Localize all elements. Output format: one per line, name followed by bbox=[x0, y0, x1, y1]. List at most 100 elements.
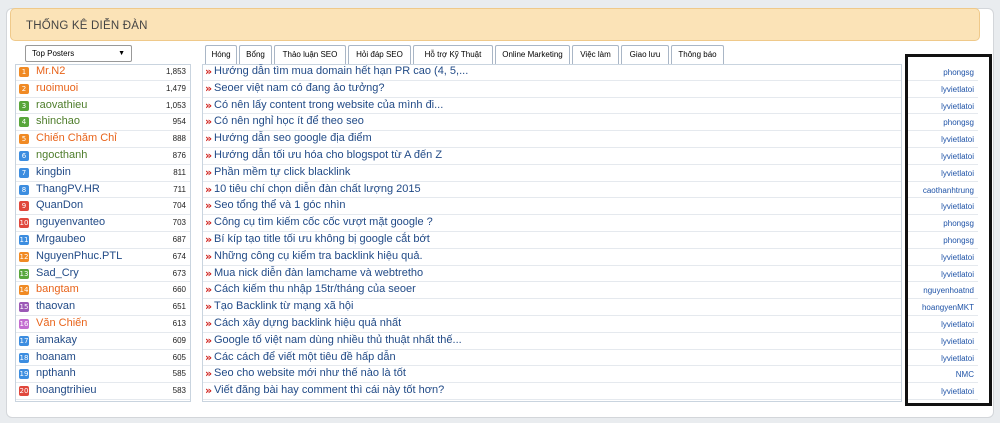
thread-title-link[interactable]: Viết đăng bài hay comment thì cái này tố… bbox=[214, 384, 444, 396]
rank-badge-icon: 5 bbox=[19, 134, 29, 145]
post-count: 704 bbox=[172, 201, 186, 211]
tab-7[interactable]: Giao lưu bbox=[621, 45, 669, 64]
poster-name-link[interactable]: ThangPV.HR bbox=[36, 183, 100, 195]
thread-title-link[interactable]: Tạo Backlink từ mạng xã hội bbox=[214, 300, 353, 312]
poster-row[interactable]: 3 raovathieu 1,053 bbox=[16, 98, 190, 115]
tab-5[interactable]: Online Marketing bbox=[495, 45, 570, 64]
poster-name-link[interactable]: thaovan bbox=[36, 300, 75, 312]
rank-badge-icon: 10 bbox=[19, 218, 29, 229]
poster-row[interactable]: 14 bangtam 660 bbox=[16, 282, 190, 300]
post-count: 1,853 bbox=[165, 67, 186, 76]
poster-row[interactable]: 13 Sad_Cry 673 bbox=[16, 266, 190, 283]
thread-title-link[interactable]: Mua nick diễn đàn lamchame và webtretho bbox=[214, 267, 423, 279]
poster-row[interactable]: 12 NguyenPhuc.PTL 674 bbox=[16, 249, 190, 266]
thread-title-link[interactable]: Có nên lấy content trong website của mìn… bbox=[214, 99, 443, 111]
thread-row: » Những công cụ kiểm tra backlink hiệu qu… bbox=[203, 249, 901, 266]
tab-3[interactable]: Hỏi đáp SEO bbox=[348, 45, 411, 64]
thread-row: » Tạo Backlink từ mạng xã hội bbox=[203, 299, 901, 316]
tab-1[interactable]: Bổng bbox=[239, 45, 272, 64]
poster-row[interactable]: 16 Văn Chiến 613 bbox=[16, 316, 190, 333]
poster-row[interactable]: 9 QuanDon 704 bbox=[16, 198, 190, 216]
poster-name-link[interactable]: ruoimuoi bbox=[36, 82, 78, 94]
poster-name-link[interactable]: hoanam bbox=[36, 351, 76, 363]
thread-title-link[interactable]: Cách xây dựng backlink hiệu quả nhất bbox=[214, 317, 401, 329]
highlight-box bbox=[905, 54, 992, 406]
poster-row[interactable]: 8 ThangPV.HR 711 bbox=[16, 182, 190, 199]
thread-row: » Hướng dẫn tìm mua domain hết hạn PR cao… bbox=[203, 64, 901, 81]
poster-name-link[interactable]: nguyenvanteo bbox=[36, 216, 105, 228]
poster-row[interactable]: 15 thaovan 651 bbox=[16, 299, 190, 316]
rank-badge-icon: 13 bbox=[19, 268, 29, 279]
poster-name-link[interactable]: Sad_Cry bbox=[36, 267, 79, 279]
poster-row[interactable]: 5 Chiến Chăm Chỉ 888 bbox=[16, 131, 190, 148]
post-count: 811 bbox=[173, 167, 186, 177]
rank-badge-icon: 14 bbox=[19, 285, 29, 296]
poster-name-link[interactable]: NguyenPhuc.PTL bbox=[36, 250, 122, 262]
poster-name-link[interactable]: hoangtrihieu bbox=[36, 384, 97, 396]
tab-8[interactable]: Thông báo bbox=[671, 45, 724, 64]
thread-title-link[interactable]: Phần mềm tự click blacklink bbox=[214, 166, 350, 178]
poster-row[interactable]: 18 hoanam 605 bbox=[16, 350, 190, 367]
thread-title-link[interactable]: 10 tiêu chí chọn diễn đàn chất lượng 201… bbox=[214, 183, 421, 195]
poster-row[interactable]: 11 Mrgaubeo 687 bbox=[16, 232, 190, 249]
poster-row[interactable]: 10 nguyenvanteo 703 bbox=[16, 215, 190, 232]
thread-title-link[interactable]: Seo cho website mới như thế nào là tốt bbox=[214, 367, 406, 379]
thread-title-link[interactable]: Seoer việt nam có đang ảo tưởng? bbox=[214, 82, 385, 94]
double-chevron-icon: » bbox=[205, 182, 212, 196]
post-count: 1,053 bbox=[165, 100, 186, 110]
poster-row[interactable]: 6 ngocthanh 876 bbox=[16, 148, 190, 165]
double-chevron-icon: » bbox=[205, 350, 212, 364]
poster-name-link[interactable]: kingbin bbox=[36, 166, 71, 178]
poster-name-link[interactable]: Văn Chiến bbox=[36, 317, 87, 329]
poster-name-link[interactable]: Chiến Chăm Chỉ bbox=[36, 132, 117, 144]
thread-title-link[interactable]: Seo tổng thể và 1 góc nhìn bbox=[214, 199, 346, 211]
thread-title-link[interactable]: Hướng dẫn tối ưu hóa cho blogspot từ A đ… bbox=[214, 149, 442, 161]
rank-badge-icon: 11 bbox=[19, 235, 29, 245]
thread-title-link[interactable]: Hướng dẫn seo google địa điểm bbox=[214, 132, 372, 144]
select-label: Top Posters bbox=[32, 49, 75, 58]
post-count: 687 bbox=[172, 235, 186, 244]
top-posters-select[interactable]: Top Posters ▼ bbox=[25, 45, 132, 62]
post-count: 711 bbox=[173, 184, 186, 194]
poster-name-link[interactable]: bangtam bbox=[36, 283, 79, 295]
poster-row[interactable]: 1 Mr.N2 1,853 bbox=[16, 64, 190, 81]
poster-row[interactable]: 17 iamakay 609 bbox=[16, 333, 190, 350]
dropdown-arrow-icon: ▼ bbox=[118, 50, 125, 57]
tab-2[interactable]: Thảo luận SEO bbox=[274, 45, 346, 64]
thread-title-link[interactable]: Những công cụ kiểm tra backlink hiệu quả… bbox=[214, 250, 423, 262]
post-count: 609 bbox=[172, 335, 186, 345]
poster-name-link[interactable]: ngocthanh bbox=[36, 149, 87, 161]
tab-4[interactable]: Hỗ trợ Kỹ Thuật bbox=[413, 45, 493, 64]
post-count: 660 bbox=[172, 285, 186, 295]
poster-name-link[interactable]: npthanh bbox=[36, 367, 76, 379]
thread-title-link[interactable]: Bí kíp tạo title tối ưu không bị google … bbox=[214, 233, 430, 245]
thread-title-link[interactable]: Có nên nghỉ học ít để theo seo bbox=[214, 115, 364, 127]
poster-row[interactable]: 2 ruoimuoi 1,479 bbox=[16, 81, 190, 98]
poster-name-link[interactable]: raovathieu bbox=[36, 99, 87, 111]
thread-title-link[interactable]: Các cách để viết một tiêu đề hấp dẫn bbox=[214, 351, 396, 363]
thread-title-link[interactable]: Cách kiếm thu nhập 15tr/tháng của seoer bbox=[214, 283, 416, 295]
rank-badge-icon: 7 bbox=[19, 167, 29, 178]
double-chevron-icon: » bbox=[205, 81, 212, 95]
poster-name-link[interactable]: Mr.N2 bbox=[36, 65, 65, 77]
thread-title-link[interactable]: Hướng dẫn tìm mua domain hết hạn PR cao … bbox=[214, 65, 468, 77]
poster-name-link[interactable]: iamakay bbox=[36, 334, 77, 346]
poster-name-link[interactable]: QuanDon bbox=[36, 199, 83, 211]
thread-row: » Công cụ tìm kiếm cốc cốc vượt mặt googl… bbox=[203, 215, 901, 232]
rank-badge-icon: 20 bbox=[19, 386, 29, 397]
rank-badge-icon: 6 bbox=[19, 151, 29, 161]
tab-6[interactable]: Việc làm bbox=[572, 45, 619, 64]
post-count: 613 bbox=[172, 319, 186, 328]
rank-badge-icon: 8 bbox=[19, 184, 29, 195]
thread-title-link[interactable]: Google tố việt nam dùng nhiều thủ thuật … bbox=[214, 334, 462, 346]
poster-row[interactable]: 20 hoangtrihieu 583 bbox=[16, 383, 190, 400]
thread-title-link[interactable]: Công cụ tìm kiếm cốc cốc vượt mặt google… bbox=[214, 216, 433, 228]
post-count: 1,479 bbox=[165, 83, 186, 93]
poster-row[interactable]: 4 shinchao 954 bbox=[16, 114, 190, 132]
poster-row[interactable]: 7 kingbin 811 bbox=[16, 165, 190, 182]
thread-row: » Phần mềm tự click blacklink bbox=[203, 165, 901, 182]
poster-name-link[interactable]: shinchao bbox=[36, 115, 80, 127]
poster-name-link[interactable]: Mrgaubeo bbox=[36, 233, 86, 245]
poster-row[interactable]: 19 npthanh 585 bbox=[16, 366, 190, 384]
tab-0[interactable]: Hóng bbox=[205, 45, 237, 64]
